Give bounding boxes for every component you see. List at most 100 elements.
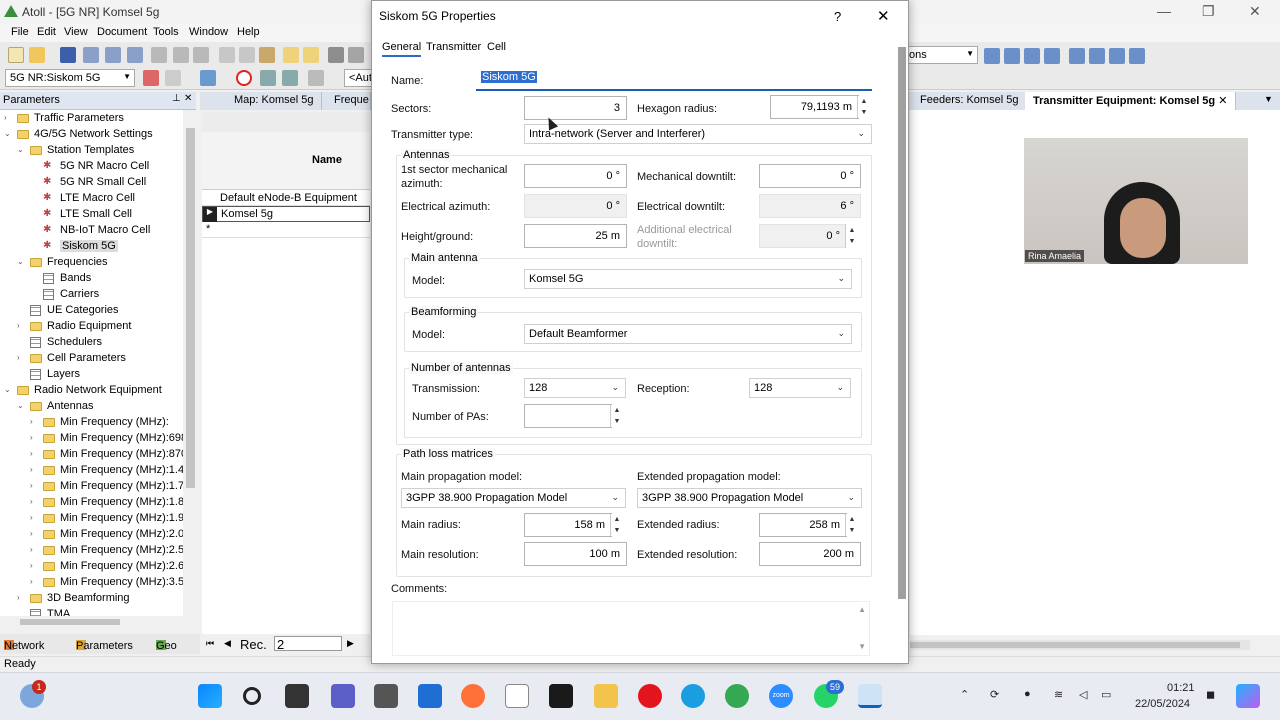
tree-item[interactable]: ✱ LTE Small Cell bbox=[0, 207, 183, 223]
tree-item[interactable]: › Radio Equipment bbox=[0, 319, 183, 335]
collapsed-chevron-icon[interactable]: › bbox=[17, 353, 20, 362]
restore-button[interactable]: ❐ bbox=[1202, 3, 1215, 20]
copilot-icon[interactable] bbox=[1236, 684, 1260, 708]
extended-propagation-select[interactable]: 3GPP 38.900 Propagation Model ⌄ bbox=[637, 488, 862, 508]
collapsed-chevron-icon[interactable]: › bbox=[4, 113, 7, 122]
task-view-icon[interactable] bbox=[285, 684, 309, 708]
spin-up-icon[interactable]: ▲ bbox=[611, 514, 623, 525]
shape-hex-icon[interactable] bbox=[1089, 48, 1105, 64]
collapsed-chevron-icon[interactable]: › bbox=[30, 449, 33, 458]
right-combo[interactable]: ons ▼ bbox=[904, 46, 978, 64]
menu-file[interactable]: File bbox=[11, 26, 29, 38]
signal-tool-icon[interactable] bbox=[165, 70, 181, 86]
menu-tools[interactable]: Tools bbox=[153, 26, 179, 38]
cut-icon[interactable] bbox=[219, 47, 235, 63]
table-row-new[interactable]: * bbox=[202, 222, 370, 238]
grid-header[interactable]: Name bbox=[202, 132, 370, 190]
store-icon[interactable] bbox=[418, 684, 442, 708]
tree-item[interactable]: › Min Frequency (MHz):3.500 bbox=[0, 575, 183, 591]
tab-transmitter-equipment[interactable]: Transmitter Equipment: Komsel 5g ✕ bbox=[1025, 92, 1237, 110]
collapsed-chevron-icon[interactable]: › bbox=[30, 465, 33, 474]
tree-item[interactable]: › Min Frequency (MHz):1.425 bbox=[0, 463, 183, 479]
tree-horizontal-scrollbar[interactable] bbox=[18, 617, 183, 627]
scroll-thumb[interactable] bbox=[20, 619, 120, 625]
clock-time[interactable]: 01:21 bbox=[1167, 682, 1195, 694]
grid-tool-icon[interactable] bbox=[260, 70, 276, 86]
database2-icon[interactable] bbox=[105, 47, 121, 63]
windows-start-icon[interactable] bbox=[198, 684, 222, 708]
transmitter-type-select[interactable]: Intra-network (Server and Interferer) ⌄ bbox=[524, 124, 872, 144]
table-row[interactable]: Default eNode-B Equipment bbox=[202, 190, 370, 206]
new-icon[interactable] bbox=[8, 47, 24, 63]
azimuth-input[interactable]: 0 ° bbox=[524, 164, 627, 188]
open-icon[interactable] bbox=[29, 47, 45, 63]
chrome-icon[interactable] bbox=[725, 684, 749, 708]
number-of-pas-input[interactable] bbox=[524, 404, 612, 428]
collapsed-chevron-icon[interactable]: › bbox=[30, 481, 33, 490]
menu-document[interactable]: Document bbox=[97, 26, 147, 38]
tree-item[interactable]: › Min Frequency (MHz):2.010 bbox=[0, 527, 183, 543]
shape-rect-icon[interactable] bbox=[1004, 48, 1020, 64]
sync-icon[interactable] bbox=[193, 47, 209, 63]
collapsed-chevron-icon[interactable]: › bbox=[17, 321, 20, 330]
tree-item[interactable]: › Min Frequency (MHz):1.710 bbox=[0, 479, 183, 495]
tree-item[interactable]: ✱ Siskom 5G bbox=[0, 239, 183, 255]
comments-textarea[interactable]: ▲ ▼ bbox=[392, 601, 870, 656]
first-record-icon[interactable]: ⏮ bbox=[206, 638, 214, 649]
help-button[interactable]: ? bbox=[834, 9, 841, 24]
station-combo[interactable]: 5G NR:Siskom 5G ▼ bbox=[5, 69, 135, 87]
record-input[interactable]: 2 bbox=[274, 636, 342, 652]
target-icon[interactable] bbox=[236, 70, 252, 86]
menu-help[interactable]: Help bbox=[237, 26, 260, 38]
panel-close-icon[interactable]: ✕ bbox=[184, 93, 192, 104]
document-horizontal-scrollbar[interactable] bbox=[910, 640, 1250, 650]
search-icon[interactable] bbox=[243, 687, 261, 705]
tree-item[interactable]: ✱ NB-IoT Macro Cell bbox=[0, 223, 183, 239]
tree-item[interactable]: › 3D Beamforming bbox=[0, 591, 183, 607]
shape-circle-icon[interactable] bbox=[1109, 48, 1125, 64]
expanded-chevron-icon[interactable]: ⌄ bbox=[17, 145, 24, 154]
sync-tray-icon[interactable]: ⟳ bbox=[990, 688, 999, 701]
tree-item[interactable]: › Min Frequency (MHz): bbox=[0, 415, 183, 431]
main-radius-spinner[interactable]: ▲ ▼ bbox=[610, 514, 623, 536]
tree-item[interactable]: UE Categories bbox=[0, 303, 183, 319]
tree-item[interactable]: › Traffic Parameters bbox=[0, 111, 183, 127]
zoom-icon[interactable]: zoom bbox=[769, 684, 793, 708]
paste-icon[interactable] bbox=[259, 47, 275, 63]
network-tool-icon[interactable] bbox=[200, 70, 216, 86]
main-resolution-input[interactable]: 100 m bbox=[524, 542, 627, 566]
tree-item[interactable]: ⌄ Antennas bbox=[0, 399, 183, 415]
tree-item[interactable]: Bands bbox=[0, 271, 183, 287]
redo-icon[interactable] bbox=[303, 47, 319, 63]
dropbox-icon[interactable] bbox=[549, 684, 573, 708]
atoll-app-icon[interactable] bbox=[858, 684, 882, 708]
tree-vertical-scrollbar[interactable] bbox=[185, 110, 196, 616]
collapsed-chevron-icon[interactable]: › bbox=[30, 513, 33, 522]
tab-map[interactable]: Map: Komsel 5g bbox=[226, 92, 323, 110]
tree-item[interactable]: › Min Frequency (MHz):1.920 bbox=[0, 511, 183, 527]
reception-select[interactable]: 128 ⌄ bbox=[749, 378, 851, 398]
tabs-overflow-icon[interactable]: ▼ bbox=[1264, 94, 1273, 104]
spin-up-icon[interactable]: ▲ bbox=[858, 96, 870, 107]
undo-icon[interactable] bbox=[283, 47, 299, 63]
collapsed-chevron-icon[interactable]: › bbox=[30, 497, 33, 506]
scroll-thumb[interactable] bbox=[898, 47, 906, 599]
tree-item[interactable]: ⌄ Frequencies bbox=[0, 255, 183, 271]
import-icon[interactable] bbox=[151, 47, 167, 63]
tab-cell[interactable]: Cell bbox=[487, 39, 506, 55]
collapsed-chevron-icon[interactable]: › bbox=[17, 593, 20, 602]
grid-tool2-icon[interactable] bbox=[282, 70, 298, 86]
edge-icon[interactable] bbox=[681, 684, 705, 708]
tree-item[interactable]: Schedulers bbox=[0, 335, 183, 351]
amazon-icon[interactable] bbox=[505, 684, 529, 708]
polyline-tool-icon[interactable] bbox=[1044, 48, 1060, 64]
file-explorer-icon[interactable] bbox=[594, 684, 618, 708]
beamforming-model-select[interactable]: Default Beamformer ⌄ bbox=[524, 324, 852, 344]
collapsed-chevron-icon[interactable]: › bbox=[30, 577, 33, 586]
firefox-icon[interactable] bbox=[461, 684, 485, 708]
name-input[interactable]: Siskom 5G bbox=[476, 67, 872, 91]
database3-icon[interactable] bbox=[127, 47, 143, 63]
spin-down-icon[interactable]: ▼ bbox=[611, 416, 623, 427]
grid-tool3-icon[interactable] bbox=[308, 70, 324, 86]
dialog-close-button[interactable]: ✕ bbox=[877, 7, 890, 25]
